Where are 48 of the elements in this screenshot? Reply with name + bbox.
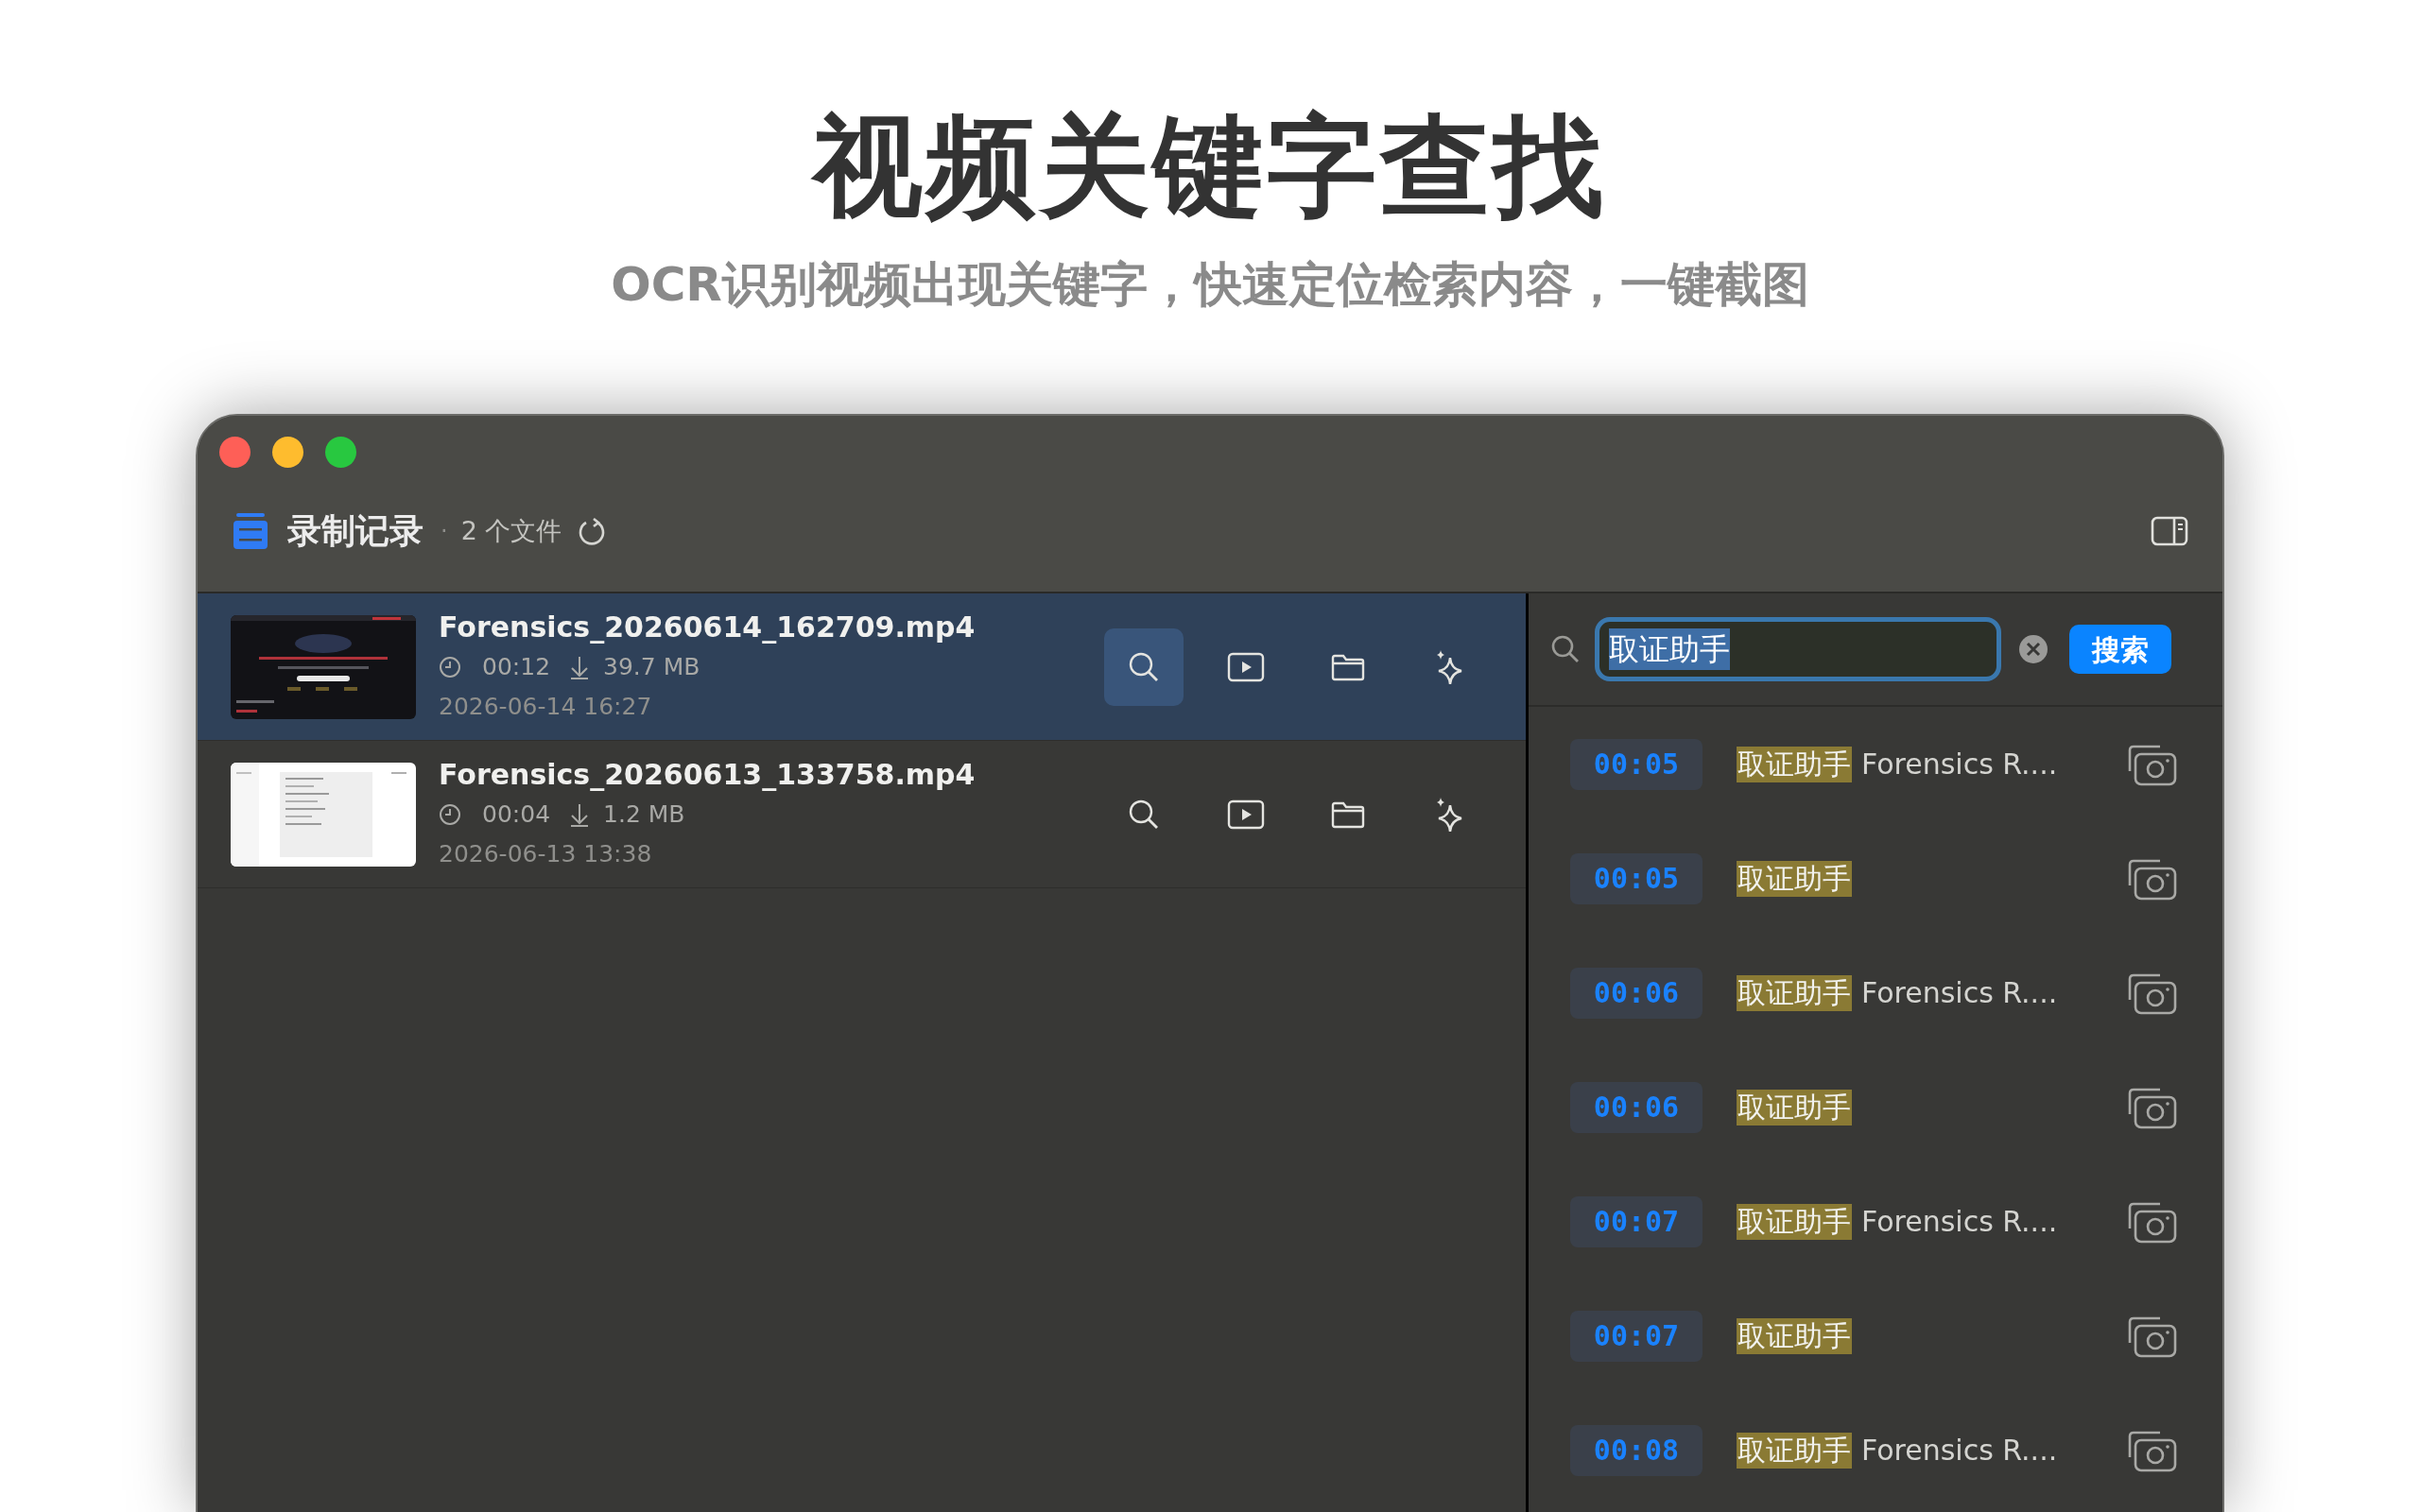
recording-row[interactable]: Forensics_20260614_162709.mp4 00:12 39.7 MB 2026-06-14 16:27 <box>198 593 1526 741</box>
file-size: 39.7 MB <box>603 652 700 682</box>
timestamp-badge[interactable]: 00:06 <box>1570 1081 1703 1133</box>
result-text: Forensics R.... <box>1861 1433 2058 1469</box>
play-icon[interactable] <box>1227 799 1265 830</box>
recorded-date: 2026-06-14 16:27 <box>439 691 653 722</box>
search-icon[interactable] <box>1104 627 1184 706</box>
minimize-button[interactable] <box>272 437 303 468</box>
search-field[interactable]: 取证助手 <box>1595 617 2001 681</box>
match-highlight: 取证助手 <box>1737 1089 1852 1125</box>
download-icon <box>569 654 591 679</box>
timestamp-badge[interactable]: 00:05 <box>1570 852 1703 904</box>
folder-icon[interactable] <box>1331 652 1365 681</box>
match-highlight: 取证助手 <box>1737 1317 1852 1354</box>
page-subheading: OCR识别视频出现关键字，快速定位检索内容，一键截图 <box>611 261 1809 308</box>
duration: 00:12 <box>482 652 551 682</box>
folder-icon[interactable] <box>1331 799 1365 829</box>
section-title: 录制记录 <box>287 510 424 552</box>
file-count: 2 个文件 <box>460 514 562 547</box>
match-highlight: 取证助手 <box>1737 1432 1852 1469</box>
file-size: 1.2 MB <box>603 799 685 830</box>
result-text: Forensics R.... <box>1861 975 2058 1011</box>
file-name: Forensics_20260614_162709.mp4 <box>439 610 977 645</box>
timestamp-badge[interactable]: 00:07 <box>1570 1195 1703 1247</box>
timestamp-badge[interactable]: 00:08 <box>1570 1424 1703 1476</box>
match-highlight: 取证助手 <box>1737 974 1852 1011</box>
match-highlight: 取证助手 <box>1737 1203 1852 1240</box>
timestamp-badge[interactable]: 00:05 <box>1570 738 1703 790</box>
recorded-date: 2026-06-13 13:38 <box>439 838 653 869</box>
clear-icon[interactable] <box>2018 634 2048 664</box>
match-highlight: 取证助手 <box>1737 746 1852 782</box>
timestamp-badge[interactable]: 00:06 <box>1570 967 1703 1019</box>
search-button[interactable]: 搜索 <box>2069 625 2171 674</box>
clock-icon <box>439 655 461 679</box>
result-text: Forensics R.... <box>1861 747 2058 782</box>
close-button[interactable] <box>219 437 251 468</box>
play-icon[interactable] <box>1227 651 1265 682</box>
separator-dot: · <box>441 517 448 546</box>
timestamp-badge[interactable]: 00:07 <box>1570 1310 1703 1362</box>
download-icon <box>569 801 591 827</box>
zoom-button[interactable] <box>325 437 356 468</box>
clock-icon <box>439 802 461 826</box>
result-text: Forensics R.... <box>1861 1204 2058 1240</box>
file-name: Forensics_20260613_133758.mp4 <box>439 757 977 793</box>
recording-row[interactable]: Forensics_20260613_133758.mp4 00:04 1.2 MB 2026-06-13 13:38 <box>198 741 1526 888</box>
duration: 00:04 <box>482 799 551 830</box>
sidebar-toggle-icon[interactable] <box>2151 516 2188 546</box>
match-highlight: 取证助手 <box>1737 860 1852 897</box>
